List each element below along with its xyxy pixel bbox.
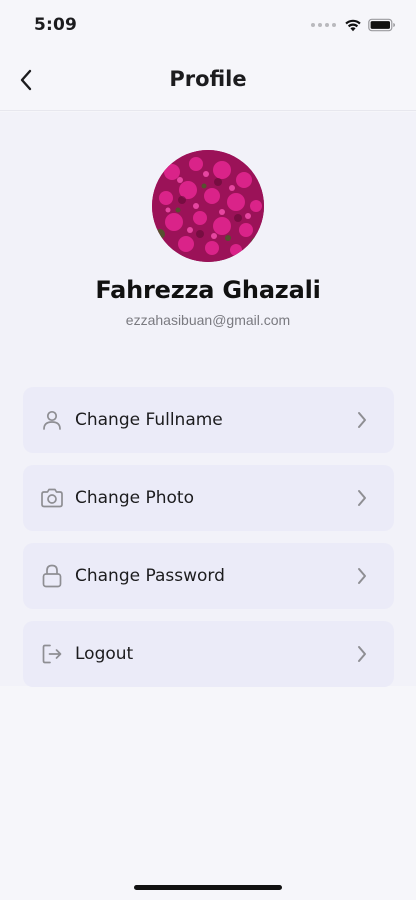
menu-item-label: Change Password: [75, 566, 225, 586]
nav-bar: Profile: [0, 50, 416, 111]
status-bar: 5:09: [0, 0, 416, 50]
lock-icon: [38, 562, 66, 590]
home-indicator[interactable]: [134, 885, 282, 890]
camera-icon: [38, 484, 66, 512]
menu-item-label: Change Fullname: [75, 410, 223, 430]
chevron-right-icon: [350, 486, 374, 510]
battery-icon: [368, 18, 395, 32]
profile-name: Fahrezza Ghazali: [95, 276, 321, 304]
chevron-right-icon: [350, 642, 374, 666]
profile-menu-list: Change Fullname Change Photo Change Pass…: [23, 387, 394, 687]
change-photo-button[interactable]: Change Photo: [23, 465, 394, 531]
status-time: 5:09: [34, 15, 78, 35]
flower-photo: [152, 150, 264, 262]
chevron-right-icon: [350, 408, 374, 432]
menu-item-label: Logout: [75, 644, 134, 664]
logout-button[interactable]: Logout: [23, 621, 394, 687]
page-title: Profile: [169, 67, 247, 91]
avatar[interactable]: [152, 150, 264, 262]
signal-dots-icon: [311, 23, 336, 27]
status-icons: [311, 15, 396, 35]
menu-item-label: Change Photo: [75, 488, 194, 508]
user-icon: [38, 406, 66, 434]
change-fullname-button[interactable]: Change Fullname: [23, 387, 394, 453]
wifi-icon: [345, 19, 361, 32]
change-password-button[interactable]: Change Password: [23, 543, 394, 609]
profile-email: ezzahasibuan@gmail.com: [125, 312, 291, 328]
logout-icon: [38, 640, 66, 668]
chevron-right-icon: [350, 564, 374, 588]
